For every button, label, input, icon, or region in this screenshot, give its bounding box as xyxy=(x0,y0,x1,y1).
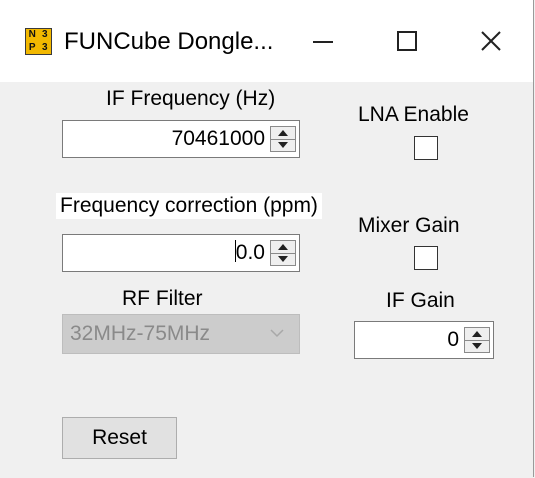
mixer-gain-label: Mixer Gain xyxy=(358,214,460,237)
app-logo-glyph: N xyxy=(28,29,36,40)
spin-down-button[interactable] xyxy=(271,253,295,265)
frequency-correction-label: Frequency correction (ppm) xyxy=(56,193,322,219)
app-logo-icon: N 3 P 3 xyxy=(25,28,52,55)
if-frequency-value: 70461000 xyxy=(171,127,265,150)
maximize-button[interactable] xyxy=(372,0,442,82)
if-frequency-input[interactable]: 70461000 xyxy=(62,120,300,158)
minimize-button[interactable] xyxy=(288,0,358,82)
chevron-up-icon xyxy=(472,331,482,337)
app-logo-glyph: 3 xyxy=(41,29,48,40)
frequency-correction-value: 0.0 xyxy=(234,235,265,271)
chevron-down-icon xyxy=(270,329,284,338)
if-gain-spinner[interactable] xyxy=(464,327,490,353)
maximize-icon xyxy=(397,31,417,51)
reset-button[interactable]: Reset xyxy=(62,417,177,459)
rf-filter-label: RF Filter xyxy=(122,287,203,310)
if-gain-input[interactable]: 0 xyxy=(354,321,494,359)
spin-down-button[interactable] xyxy=(271,139,295,151)
chevron-up-icon xyxy=(278,130,288,136)
chevron-down-icon xyxy=(472,343,482,349)
minimize-icon xyxy=(313,41,333,43)
app-logo-glyph: 3 xyxy=(41,41,48,53)
rf-filter-dropdown[interactable]: 32MHz-75MHz xyxy=(62,314,300,354)
lna-enable-checkbox[interactable] xyxy=(414,136,438,160)
chevron-down-icon xyxy=(278,256,288,262)
if-frequency-label: IF Frequency (Hz) xyxy=(106,87,276,110)
chevron-up-icon xyxy=(278,244,288,250)
app-logo-glyph: P xyxy=(28,41,36,53)
window-title: FUNCube Dongle... xyxy=(64,28,274,55)
frequency-correction-input[interactable]: 0.0 xyxy=(62,234,300,272)
spin-down-button[interactable] xyxy=(465,340,489,352)
lna-enable-label: LNA Enable xyxy=(358,103,469,126)
text-caret xyxy=(234,240,236,263)
title-bar[interactable]: N 3 P 3 FUNCube Dongle... xyxy=(0,0,533,82)
if-frequency-spinner[interactable] xyxy=(270,126,296,152)
close-button[interactable] xyxy=(456,0,526,82)
close-icon xyxy=(481,31,501,51)
mixer-gain-checkbox[interactable] xyxy=(414,246,438,270)
frequency-correction-spinner[interactable] xyxy=(270,240,296,266)
rf-filter-selected: 32MHz-75MHz xyxy=(70,322,211,345)
chevron-down-icon xyxy=(278,142,288,148)
app-window: N 3 P 3 FUNCube Dongle... IF Frequency (… xyxy=(0,0,534,477)
if-gain-value: 0 xyxy=(447,328,459,351)
if-gain-label: IF Gain xyxy=(386,289,455,312)
frequency-correction-text: 0.0 xyxy=(235,241,265,264)
